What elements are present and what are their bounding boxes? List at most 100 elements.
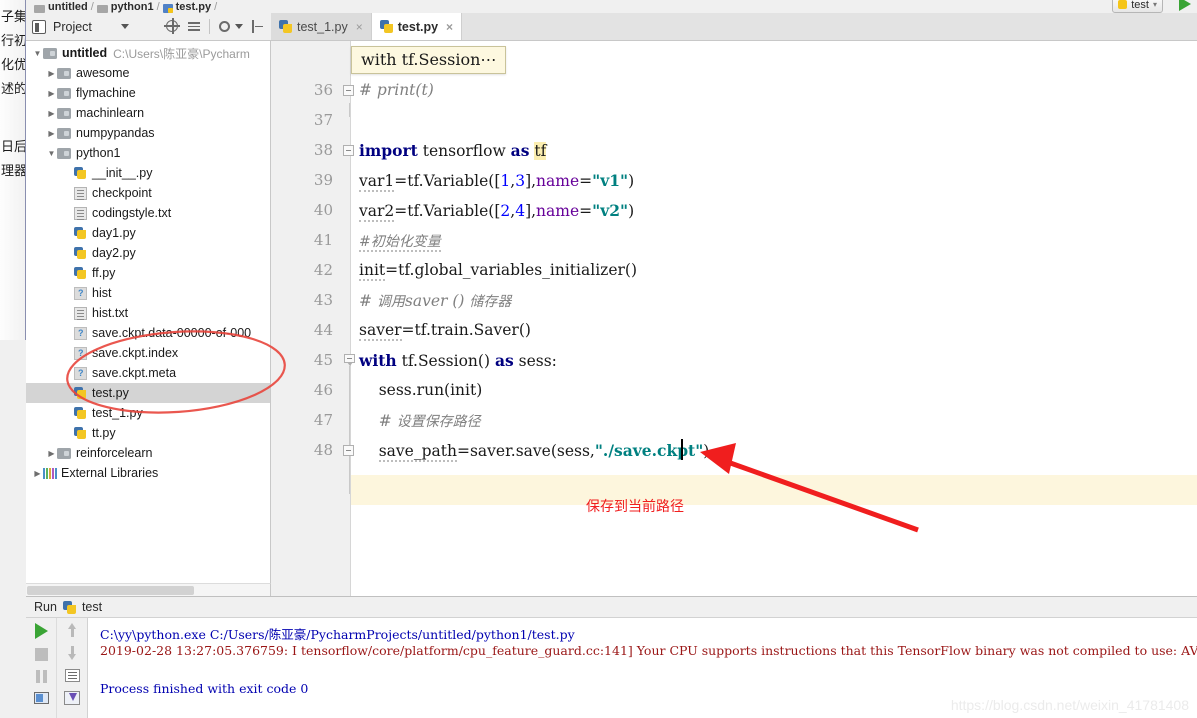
breadcrumb-label: python1 xyxy=(110,1,154,13)
tree-item-checkpoint[interactable]: checkpoint xyxy=(26,183,270,203)
close-icon[interactable]: × xyxy=(446,20,453,34)
scrollbar-thumb[interactable] xyxy=(27,586,194,595)
close-icon[interactable]: × xyxy=(356,20,363,34)
code-line-47[interactable]: # 设置保存路径 xyxy=(359,411,481,431)
tree-item-numpypandas[interactable]: ▶ numpypandas xyxy=(26,123,270,143)
project-tree[interactable]: ▼ untitled C:\Users\陈亚豪\Pycharm ▶ awesom… xyxy=(26,41,271,583)
up-arrow-icon[interactable] xyxy=(66,623,79,637)
run-panel-title: Run xyxy=(34,600,57,614)
soft-wrap-icon[interactable] xyxy=(64,669,80,682)
tree-item-ff-py[interactable]: ff.py xyxy=(26,263,270,283)
settings-gear-icon[interactable] xyxy=(217,19,232,34)
tree-item-save-ckpt-index[interactable]: save.ckpt.index xyxy=(26,343,270,363)
text-file-icon xyxy=(74,186,87,200)
line-number: 44 xyxy=(313,321,333,339)
chevron-down-icon[interactable] xyxy=(120,24,129,29)
line-number: 47 xyxy=(313,411,333,429)
chevron-down-icon[interactable] xyxy=(235,24,243,29)
chevron-down-icon[interactable]: ▼ xyxy=(32,49,43,58)
python-file-icon xyxy=(74,426,87,441)
tree-item-machinlearn[interactable]: ▶ machinlearn xyxy=(26,103,270,123)
text-file-icon xyxy=(74,306,87,320)
tree-item-hist[interactable]: hist xyxy=(26,283,270,303)
unknown-file-icon xyxy=(74,346,87,360)
run-panel-toolbar[interactable] xyxy=(26,618,88,718)
chevron-right-icon[interactable]: ▶ xyxy=(46,109,57,118)
tree-item-hist-txt[interactable]: hist.txt xyxy=(26,303,270,323)
fold-marker-line48[interactable] xyxy=(343,445,354,456)
tree-item-label: test.py xyxy=(92,386,129,400)
bg-text-line: 化优 xyxy=(1,58,26,73)
run-configuration-selector[interactable]: test ▾ xyxy=(1112,0,1163,13)
breadcrumb-separator: / xyxy=(214,1,218,13)
breadcrumb-item-testpy[interactable]: test.py xyxy=(162,2,211,13)
tree-item-label: save.ckpt.data-00000-of-000 xyxy=(92,326,252,340)
tree-item-save-ckpt-meta[interactable]: save.ckpt.meta xyxy=(26,363,270,383)
tree-item-test-py[interactable]: test.py xyxy=(26,383,270,403)
fold-marker-line38[interactable] xyxy=(343,145,354,156)
tree-item-flymachine[interactable]: ▶ flymachine xyxy=(26,83,270,103)
code-line-46[interactable]: sess.run(init) xyxy=(359,381,483,399)
tree-item-label: python1 xyxy=(76,146,121,160)
tree-item-label: day1.py xyxy=(92,226,136,240)
tree-item-day1-py[interactable]: day1.py xyxy=(26,223,270,243)
console-line-command: C:\yy\python.exe C:/Users/陈亚豪/PycharmPro… xyxy=(100,627,575,642)
console-toggle-icon[interactable] xyxy=(33,692,49,704)
code-line-44[interactable]: saver=tf.train.Saver() xyxy=(359,321,531,341)
chevron-right-icon[interactable]: ▶ xyxy=(46,69,57,78)
tree-item-codingstyle-txt[interactable]: codingstyle.txt xyxy=(26,203,270,223)
breadcrumb-item-python1[interactable]: python1 xyxy=(96,1,154,13)
code-line-43[interactable]: # 调用saver () 储存器 xyxy=(359,291,511,311)
code-line-41[interactable]: #初始化变量 xyxy=(359,231,441,252)
chevron-right-icon[interactable]: ▶ xyxy=(32,469,43,478)
breadcrumb: untitled / python1 / test.py / xyxy=(26,0,1197,13)
pause-icon[interactable] xyxy=(35,670,48,683)
tree-item-save-ckpt-data[interactable]: save.ckpt.data-00000-of-000 xyxy=(26,323,270,343)
down-arrow-icon[interactable] xyxy=(66,646,79,660)
scroll-to-end-icon[interactable] xyxy=(64,691,81,705)
tree-horizontal-scrollbar[interactable] xyxy=(26,583,271,596)
python-file-icon xyxy=(74,226,87,241)
code-line-40[interactable]: var2=tf.Variable([2,4],name="v2") xyxy=(359,201,634,222)
project-panel-title[interactable]: Project xyxy=(53,20,92,34)
code-editor[interactable]: 36 37 38 39 40 41 42 43 44 45 46 47 48 #… xyxy=(271,41,1197,596)
chevron-right-icon[interactable]: ▶ xyxy=(46,129,57,138)
collapse-all-icon[interactable] xyxy=(187,19,202,34)
scroll-from-source-icon[interactable] xyxy=(165,19,180,34)
tree-item-day2-py[interactable]: day2.py xyxy=(26,243,270,263)
tree-item-label: reinforcelearn xyxy=(76,446,153,460)
hide-panel-icon[interactable] xyxy=(250,19,265,34)
project-panel-header: Project xyxy=(26,13,271,41)
tree-item-label: External Libraries xyxy=(61,466,159,480)
tree-item-init-py[interactable]: __init__.py xyxy=(26,163,270,183)
run-panel-config-name[interactable]: test xyxy=(82,600,102,614)
code-line-45[interactable]: with tf.Session() as sess: xyxy=(359,351,557,370)
tree-item-tt-py[interactable]: tt.py xyxy=(26,423,270,443)
breadcrumb-item-untitled[interactable]: untitled xyxy=(34,2,88,13)
code-line-36[interactable]: # print(t) xyxy=(359,81,434,99)
tree-item-test_1-py[interactable]: test_1.py xyxy=(26,403,270,423)
code-line-38[interactable]: import tensorflow as tf xyxy=(359,141,547,160)
tab-test_1-py[interactable]: test_1.py × xyxy=(271,13,372,40)
tree-item-external-libraries[interactable]: ▶ External Libraries xyxy=(26,463,270,483)
code-line-48[interactable]: save_path=saver.save(sess,"./save.ckpt") xyxy=(359,441,709,462)
fold-marker-line45[interactable] xyxy=(343,354,356,369)
chevron-down-icon[interactable]: ▼ xyxy=(46,149,57,158)
chevron-right-icon[interactable]: ▶ xyxy=(46,89,57,98)
code-line-42[interactable]: init=tf.global_variables_initializer() xyxy=(359,261,637,281)
code-line-39[interactable]: var1=tf.Variable([1,3],name="v1") xyxy=(359,171,634,192)
stop-icon[interactable] xyxy=(34,648,48,661)
structure-breadcrumb-popup[interactable]: with tf.Session⋯ xyxy=(351,46,507,74)
fold-marker-line36[interactable] xyxy=(343,85,354,96)
tab-test-py[interactable]: test.py × xyxy=(371,13,463,40)
run-play-icon[interactable] xyxy=(1179,0,1191,11)
line-number: 41 xyxy=(313,231,333,249)
tree-item-python1[interactable]: ▼ python1 xyxy=(26,143,270,163)
tree-item-untitled[interactable]: ▼ untitled C:\Users\陈亚豪\Pycharm xyxy=(26,43,270,63)
run-config-label: test xyxy=(1131,0,1149,11)
tree-item-reinforcelearn[interactable]: ▶ reinforcelearn xyxy=(26,443,270,463)
tree-item-awesome[interactable]: ▶ awesome xyxy=(26,63,270,83)
chevron-right-icon[interactable]: ▶ xyxy=(46,449,57,458)
rerun-play-icon[interactable] xyxy=(34,623,48,639)
python-file-icon xyxy=(74,386,87,401)
